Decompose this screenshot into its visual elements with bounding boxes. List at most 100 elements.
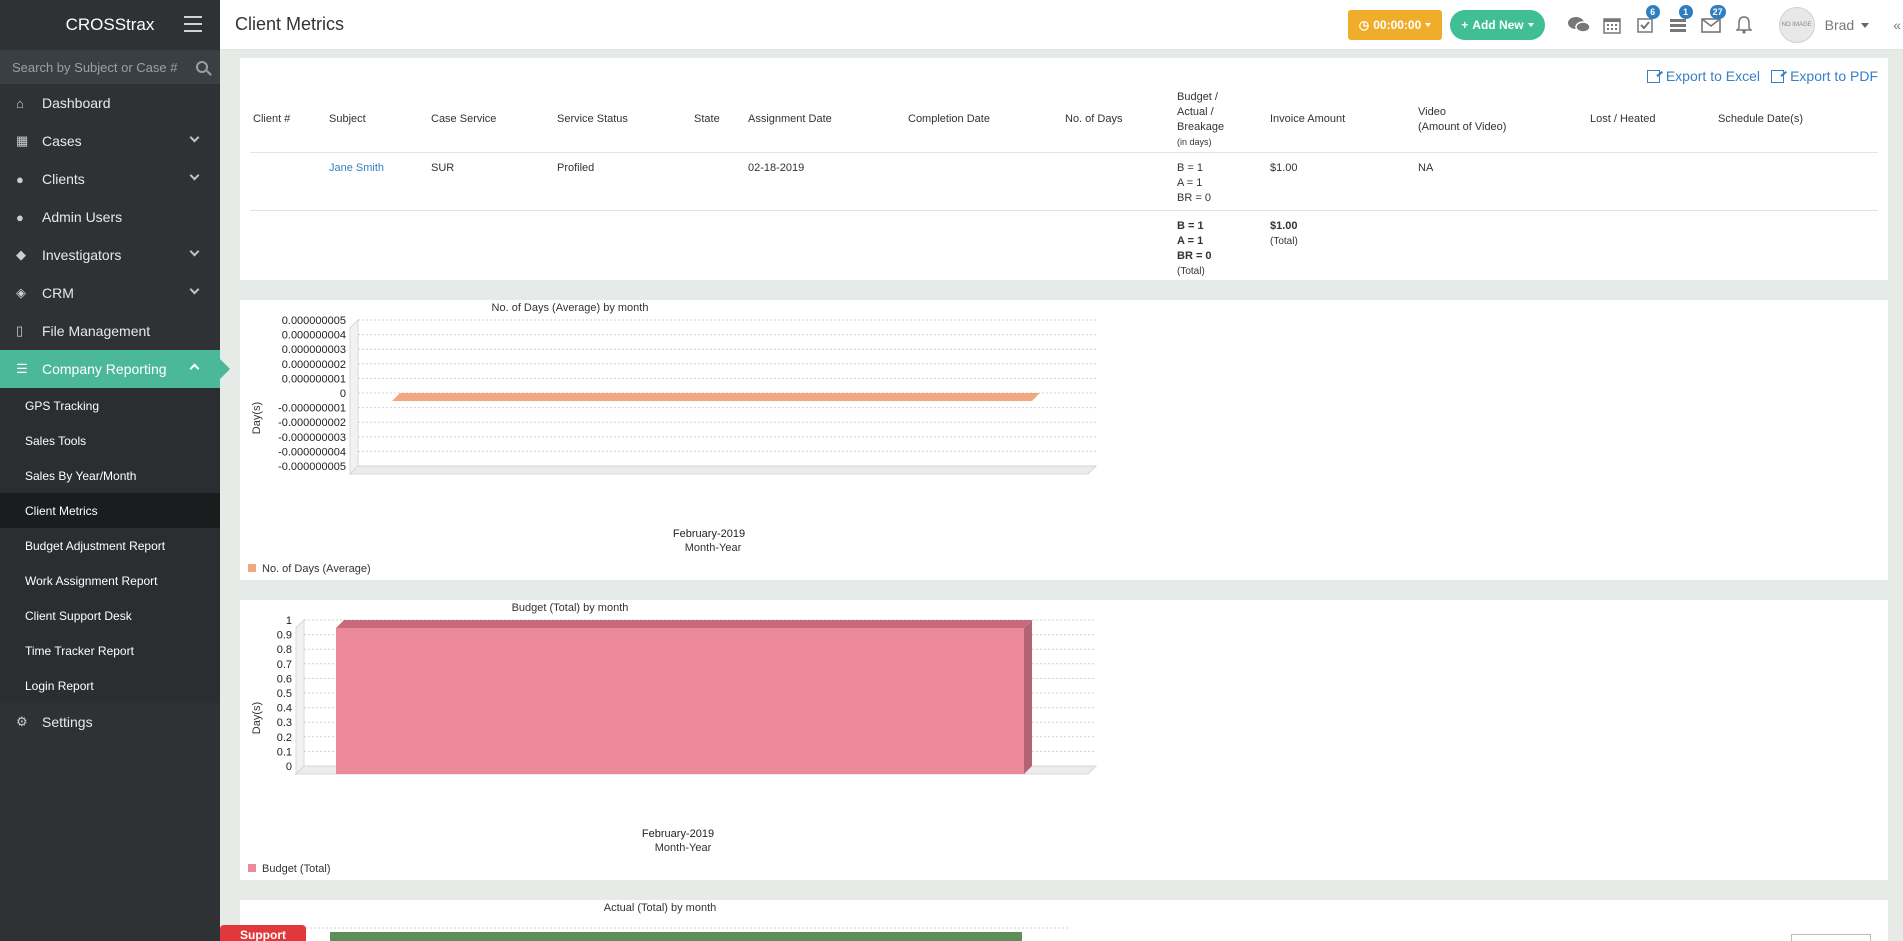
- col-no-of-days[interactable]: No. of Days: [1062, 88, 1174, 153]
- submenu-item-sales-by-year-month[interactable]: Sales By Year/Month: [0, 458, 220, 493]
- col-video[interactable]: Video (Amount of Video): [1415, 88, 1587, 153]
- sidebar-item-company-reporting[interactable]: ☰ Company Reporting: [0, 350, 230, 388]
- home-icon: ⌂: [16, 95, 24, 111]
- sidebar-nav: ⌂ Dashboard ▦ Cases ● Clients ● Admin Users ◆ Inv…: [0, 84, 230, 741]
- cell-completion-date: [905, 152, 1062, 211]
- y-tick-label: -0.000000004: [278, 446, 346, 458]
- add-new-button[interactable]: + Add New: [1450, 10, 1545, 40]
- sidebar-item-label: CRM: [42, 285, 74, 301]
- support-button[interactable]: Support: [220, 925, 306, 941]
- sidebar-item-crm[interactable]: ◈ CRM: [0, 274, 220, 312]
- col-case-service[interactable]: Case Service: [428, 88, 554, 153]
- y-tick-label: 0.5: [277, 688, 292, 700]
- y-tick-label: 0.3: [277, 717, 292, 729]
- gear-icon: ⚙: [16, 714, 28, 729]
- search-input[interactable]: [12, 59, 196, 75]
- sidebar-item-label: Investigators: [42, 247, 122, 263]
- col-schedule-dates[interactable]: Schedule Date(s): [1715, 88, 1878, 153]
- y-tick-label: 0.000000002: [282, 359, 346, 371]
- x-tick-label: February-2019: [642, 828, 714, 840]
- chart-side-wall: [349, 318, 359, 476]
- y-tick-label: 0: [340, 388, 346, 400]
- col-subject[interactable]: Subject: [326, 88, 428, 153]
- y-tick-label: 0.2: [277, 732, 292, 744]
- submenu-item-budget-adjustment-report[interactable]: Budget Adjustment Report: [0, 528, 220, 563]
- submenu-item-work-assignment-report[interactable]: Work Assignment Report: [0, 563, 220, 598]
- submenu-item-time-tracker-report[interactable]: Time Tracker Report: [0, 633, 220, 668]
- chevron-down-icon: [1527, 23, 1534, 27]
- cell-client-no: [250, 152, 326, 211]
- sidebar-item-clients[interactable]: ● Clients: [0, 160, 220, 198]
- subject-link[interactable]: Jane Smith: [326, 152, 428, 211]
- x-axis-label: Month-Year: [655, 842, 712, 854]
- sidebar-item-cases[interactable]: ▦ Cases: [0, 122, 220, 160]
- y-tick-label: 0.000000003: [282, 344, 346, 356]
- sidebar-item-dashboard[interactable]: ⌂ Dashboard: [0, 84, 220, 122]
- sidebar-item-settings[interactable]: ⚙ Settings: [0, 703, 220, 741]
- cell-invoice-amount: $1.00: [1267, 152, 1415, 211]
- sidebar: CROSStrax ⌂ Dashboard ▦ Cases ● Clients ● Admin…: [0, 0, 230, 941]
- sidebar-item-label: Admin Users: [42, 209, 123, 225]
- mail-icon[interactable]: 27: [1695, 0, 1728, 50]
- col-state[interactable]: State: [691, 88, 745, 153]
- chevron-icon: [189, 170, 200, 181]
- chevron-icon: [189, 246, 200, 257]
- total-invoice-amount: $1.00 (Total): [1270, 219, 1298, 247]
- col-assignment-date[interactable]: Assignment Date: [745, 88, 905, 153]
- search-icon[interactable]: [196, 61, 208, 73]
- submenu-item-sales-tools[interactable]: Sales Tools: [0, 423, 220, 458]
- legend-swatch: [248, 864, 256, 872]
- export-pdf-link[interactable]: Export to PDF: [1771, 68, 1878, 84]
- cell-service-status: Profiled: [554, 152, 691, 211]
- y-tick-label: -0.000000005: [278, 461, 346, 473]
- cell-state: [691, 152, 745, 211]
- y-tick-label: 0: [286, 761, 292, 773]
- bar-top-face: [336, 620, 1032, 628]
- grid-icon: ▦: [16, 133, 29, 148]
- user-menu[interactable]: NO IMAGE Brad: [1778, 7, 1870, 43]
- brand-logo: CROSStrax: [65, 15, 155, 34]
- menu-toggle-icon[interactable]: [184, 16, 202, 32]
- list-badge: 1: [1678, 5, 1693, 19]
- y-tick-label: 0.4: [277, 703, 292, 715]
- bell-icon[interactable]: [1728, 0, 1761, 50]
- sidebar-item-admin-users[interactable]: ● Admin Users: [0, 198, 220, 236]
- submenu-item-client-metrics[interactable]: Client Metrics: [0, 493, 220, 528]
- submenu-item-client-support-desk[interactable]: Client Support Desk: [0, 598, 220, 633]
- chart-title: Actual (Total) by month: [604, 902, 717, 914]
- submenu-item-gps-tracking[interactable]: GPS Tracking: [0, 388, 220, 423]
- actual-total-chart-panel: Actual (Total) by month: [240, 900, 1888, 941]
- chat-icon[interactable]: [1563, 0, 1596, 50]
- x-axis-label: Month-Year: [685, 542, 742, 554]
- bar-feb-2019: [330, 932, 1022, 941]
- tasks-icon[interactable]: 6: [1629, 0, 1662, 50]
- export-excel-link[interactable]: Export to Excel: [1646, 68, 1760, 84]
- y-tick-label: 0.000000004: [282, 330, 346, 342]
- top-actions: ◷ 00:00:00 + Add New 6 1 27 NO IMAGE Bra…: [1347, 0, 1903, 50]
- page-title: Client Metrics: [235, 14, 345, 34]
- sidebar-item-label: Company Reporting: [42, 361, 167, 377]
- y-axis-label: Day(s): [251, 402, 263, 434]
- total-budget-actual-breakage: B = 1 A = 1 BR = 0 (Total): [1177, 219, 1212, 277]
- cell-budget-actual-breakage: B = 1 A = 1 BR = 0: [1174, 152, 1267, 211]
- col-service-status[interactable]: Service Status: [554, 88, 691, 153]
- add-new-label: Add New: [1472, 18, 1524, 32]
- submenu-item-login-report[interactable]: Login Report: [0, 668, 220, 703]
- chart-title: Budget (Total) by month: [512, 602, 629, 614]
- col-completion-date[interactable]: Completion Date: [905, 88, 1062, 153]
- sidebar-item-file-management[interactable]: ▯ File Management: [0, 312, 220, 350]
- y-tick-label: 0.000000005: [282, 315, 346, 327]
- timer-button[interactable]: ◷ 00:00:00: [1347, 10, 1443, 40]
- col-budget-actual-breakage[interactable]: Budget / Actual / Breakage (in days): [1174, 88, 1267, 153]
- col-lost-heated[interactable]: Lost / Heated: [1587, 88, 1715, 153]
- calendar-icon[interactable]: [1596, 0, 1629, 50]
- table-header-row: Client # Subject Case Service Service St…: [250, 88, 1878, 153]
- collapse-panel-icon[interactable]: «: [1893, 17, 1901, 33]
- scroll-to-top-box[interactable]: [1791, 934, 1871, 941]
- col-client-no[interactable]: Client #: [250, 88, 326, 153]
- list-icon[interactable]: 1: [1662, 0, 1695, 50]
- y-tick-label: 0.9: [277, 630, 292, 642]
- chevron-icon: [189, 363, 200, 374]
- col-invoice-amount[interactable]: Invoice Amount: [1267, 88, 1415, 153]
- sidebar-item-investigators[interactable]: ◆ Investigators: [0, 236, 220, 274]
